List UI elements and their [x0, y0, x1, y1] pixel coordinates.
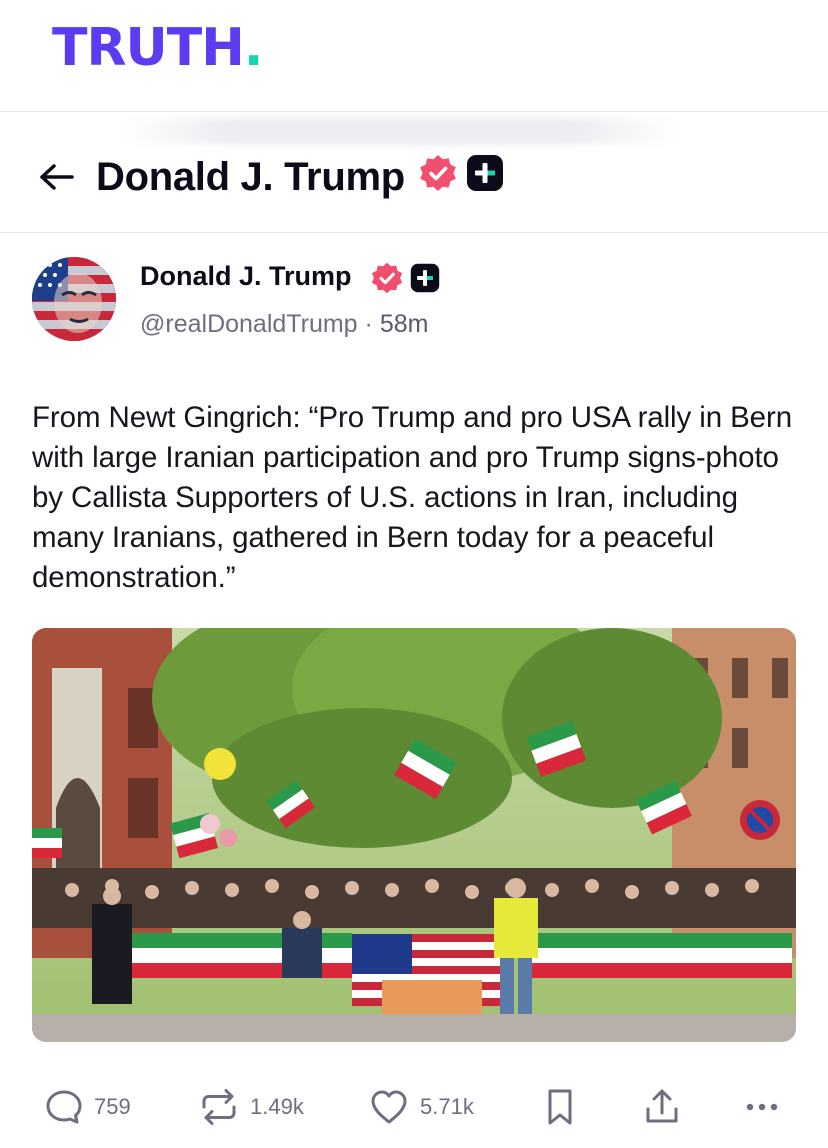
back-button[interactable]	[34, 157, 78, 197]
logo-text: TRUTH	[52, 18, 245, 78]
like-button[interactable]: 5.71k	[368, 1082, 474, 1132]
author-badges	[370, 261, 440, 295]
more-dots-icon	[746, 1103, 778, 1111]
verified-badge-icon	[420, 155, 456, 191]
retruth-count: 1.49k	[250, 1094, 304, 1119]
logo-dot: .	[243, 18, 264, 78]
truth-logo[interactable]: TRUTH.	[52, 22, 263, 74]
retruth-button[interactable]: 1.49k	[198, 1082, 304, 1132]
reply-icon	[46, 1090, 82, 1124]
meta-separator: ·	[364, 310, 373, 338]
blurred-banner	[120, 118, 680, 144]
brand-bar: TRUTH.	[0, 0, 828, 112]
share-button[interactable]	[642, 1082, 682, 1132]
truth-plus-badge-icon	[467, 155, 503, 191]
post-image[interactable]	[32, 628, 796, 1042]
header-badges	[418, 153, 504, 193]
bookmark-button[interactable]	[542, 1082, 578, 1132]
post-timestamp[interactable]: 58m	[380, 310, 429, 338]
rally-photo	[32, 628, 796, 1042]
post-text: From Newt Gingrich: “Pro Trump and pro U…	[32, 401, 793, 594]
reply-button[interactable]: 759	[44, 1082, 131, 1132]
profile-header: Donald J. Trump	[0, 145, 828, 233]
post-actions: 759 1.49k 5.71k	[0, 1082, 828, 1132]
arrow-left-icon	[40, 164, 74, 190]
avatar-image	[32, 257, 116, 341]
author-meta: @realDonaldTrump · 58m	[140, 307, 428, 341]
truth-plus-badge-icon	[410, 263, 440, 293]
author-name[interactable]: Donald J. Trump	[140, 259, 352, 293]
more-options-button[interactable]	[742, 1082, 782, 1132]
author-handle[interactable]: @realDonaldTrump	[140, 310, 358, 338]
page-title: Donald J. Trump	[96, 155, 405, 199]
retruth-icon	[202, 1089, 236, 1125]
reply-count: 759	[94, 1094, 131, 1119]
verified-badge-icon	[371, 262, 403, 294]
like-count: 5.71k	[420, 1094, 474, 1119]
bookmark-icon	[548, 1089, 572, 1125]
heart-icon	[371, 1090, 407, 1124]
post-author: Donald J. Trump @realDonaldTrump · 58m	[32, 255, 812, 355]
share-icon	[646, 1089, 678, 1123]
avatar[interactable]	[32, 257, 116, 341]
